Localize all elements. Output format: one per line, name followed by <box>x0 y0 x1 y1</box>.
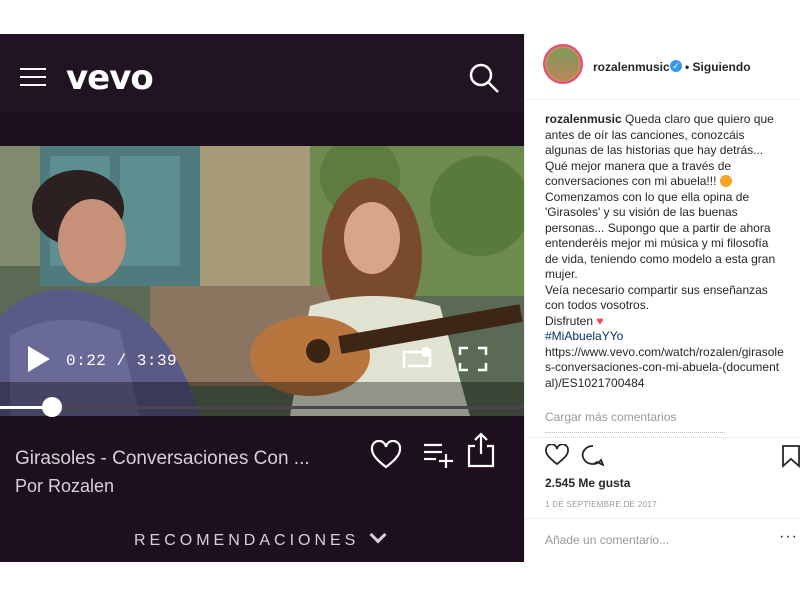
screenshot: vevo 0:22 / 3:39 Girasoles - Conversacio… <box>0 0 800 600</box>
video-artist[interactable]: Por Rozalen <box>15 476 114 497</box>
caption-paragraph-3: Veía necesario compartir sus enseñanzas … <box>545 282 768 313</box>
progress-knob[interactable] <box>42 397 62 417</box>
play-icon[interactable] <box>28 346 50 372</box>
red-heart-icon: ♥ <box>596 313 604 328</box>
vevo-logo: vevo <box>66 58 154 98</box>
chevron-down-icon <box>369 526 387 544</box>
like-count[interactable]: 2.545 Me gusta <box>545 476 630 490</box>
caption-paragraph-1: rozalenmusic Queda claro que quiero que … <box>545 112 785 190</box>
progress-track[interactable] <box>0 406 524 409</box>
replay-icon[interactable] <box>400 346 434 372</box>
current-time: 0:22 <box>66 352 107 370</box>
search-icon[interactable] <box>468 62 500 94</box>
share-icon[interactable] <box>466 432 496 468</box>
vevo-header: vevo <box>0 34 524 112</box>
post-username[interactable]: rozalenmusic <box>593 60 670 74</box>
post-header: rozalenmusic ✓ • Siguiendo <box>525 34 800 100</box>
recommendations-label: RECOMENDACIONES <box>134 532 360 549</box>
caption-paragraph-2: Comenzamos con lo que ella opina de 'Gir… <box>545 189 776 282</box>
avatar[interactable] <box>543 44 583 84</box>
heart-icon[interactable] <box>370 440 402 470</box>
post-caption: rozalenmusic Queda claro que quiero que … <box>545 112 785 391</box>
heart-eyes-emoji-icon <box>719 175 732 187</box>
follow-status[interactable]: • Siguiendo <box>685 60 751 74</box>
load-more-comments[interactable]: Cargar más comentarios <box>545 410 676 424</box>
recommendations-toggle[interactable]: RECOMENDACIONES <box>134 526 387 550</box>
bookmark-icon[interactable] <box>781 444 800 468</box>
video-time: 0:22 / 3:39 <box>66 352 177 370</box>
instagram-post-panel: rozalenmusic ✓ • Siguiendo rozalenmusic … <box>524 34 800 562</box>
fullscreen-icon[interactable] <box>458 346 488 372</box>
post-date: 1 DE SEPTIEMBRE DE 2017 <box>545 500 657 509</box>
comment-fade <box>545 432 725 436</box>
hamburger-menu-icon[interactable] <box>20 68 46 86</box>
caption-paragraph-4: Disfruten ♥ <box>545 314 785 330</box>
video-still <box>0 146 524 416</box>
comment-bubble-icon[interactable] <box>581 444 605 466</box>
playlist-add-icon[interactable] <box>422 440 454 470</box>
comment-input[interactable]: Añade un comentario... <box>545 533 669 547</box>
more-options-icon[interactable]: ··· <box>779 528 798 546</box>
hashtag-link[interactable]: #MiAbuelaYYo <box>545 329 785 345</box>
duration: 3:39 <box>136 352 178 370</box>
verified-badge-icon: ✓ <box>670 60 682 72</box>
vevo-app: vevo 0:22 / 3:39 Girasoles - Conversacio… <box>0 34 524 562</box>
video-title: Girasoles - Conversaciones Con ... <box>15 448 310 469</box>
caption-username[interactable]: rozalenmusic <box>545 112 622 126</box>
time-separator: / <box>116 352 127 370</box>
caption-line: Disfruten <box>545 313 597 328</box>
video-frame[interactable] <box>0 146 524 416</box>
caption-url[interactable]: https://www.vevo.com/watch/rozalen/giras… <box>545 345 785 392</box>
like-heart-icon[interactable] <box>545 444 569 466</box>
